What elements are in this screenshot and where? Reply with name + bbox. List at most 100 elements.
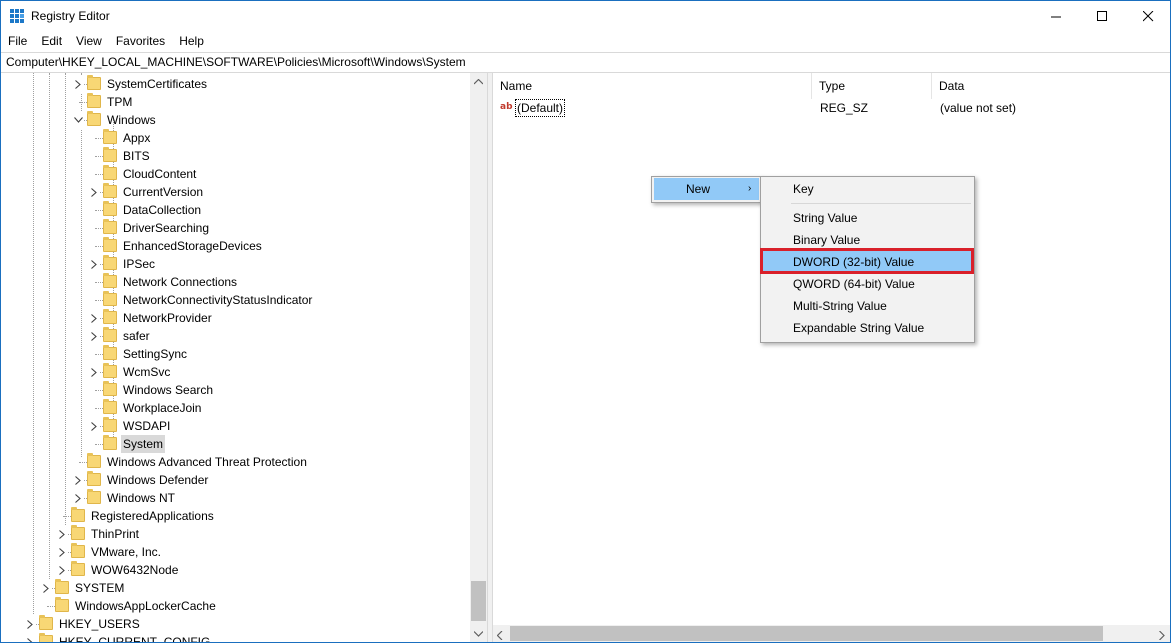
tree-item[interactable]: CurrentVersion — [1, 183, 470, 201]
maximize-icon — [1096, 10, 1107, 21]
tree-item[interactable]: WOW6432Node — [1, 561, 470, 579]
tree-item[interactable]: Windows Defender — [1, 471, 470, 489]
new-expandable-string-value-item[interactable]: Expandable String Value — [763, 317, 972, 339]
tree-item[interactable]: NetworkConnectivityStatusIndicator — [1, 291, 470, 309]
tree-item[interactable]: BITS — [1, 147, 470, 165]
new-string-value-item[interactable]: String Value — [763, 207, 972, 229]
column-header-data[interactable]: Data — [932, 73, 1170, 99]
menu-help[interactable]: Help — [172, 31, 211, 52]
tree-connector — [95, 390, 103, 391]
tree-item[interactable]: Network Connections — [1, 273, 470, 291]
tree-item[interactable]: safer — [1, 327, 470, 345]
chevron-right-icon[interactable] — [89, 363, 99, 381]
tree-item[interactable]: SYSTEM — [1, 579, 470, 597]
tree-item[interactable]: NetworkProvider — [1, 309, 470, 327]
maximize-button[interactable] — [1079, 1, 1125, 31]
tree-item[interactable]: EnhancedStorageDevices — [1, 237, 470, 255]
values-list[interactable]: Name Type Data ab (Default) REG_SZ (valu… — [493, 73, 1170, 642]
tree-item[interactable]: HKEY_CURRENT_CONFIG — [1, 633, 470, 643]
tree-item[interactable]: HKEY_USERS — [1, 615, 470, 633]
scroll-down-icon[interactable] — [470, 625, 487, 642]
tree-item[interactable]: SettingSync — [1, 345, 470, 363]
tree-connector — [95, 228, 103, 229]
title-bar[interactable]: Registry Editor — [1, 1, 1170, 31]
scroll-left-icon[interactable] — [496, 629, 503, 642]
tree-item-label: HKEY_USERS — [59, 617, 140, 631]
chevron-right-icon[interactable] — [73, 489, 83, 507]
chevron-right-icon[interactable] — [57, 561, 67, 579]
tree-item[interactable]: Windows Search — [1, 381, 470, 399]
tree-item-label: Windows — [107, 113, 156, 127]
tree-item[interactable]: TPM — [1, 93, 470, 111]
new-multi-string-value-item[interactable]: Multi-String Value — [763, 295, 972, 317]
tree-item[interactable]: WorkplaceJoin — [1, 399, 470, 417]
chevron-right-icon[interactable] — [25, 633, 35, 642]
folder-icon — [87, 93, 101, 108]
tree-item[interactable]: DataCollection — [1, 201, 470, 219]
tree-item-label: Appx — [123, 131, 151, 145]
tree-connector — [47, 606, 55, 607]
value-row[interactable]: ab (Default) REG_SZ (value not set) — [493, 99, 1170, 117]
tree-item-label: IPSec — [123, 257, 156, 271]
tree-item[interactable]: WcmSvc — [1, 363, 470, 381]
tree-item-label: Network Connections — [123, 275, 238, 289]
folder-icon — [71, 507, 85, 522]
tree-item[interactable]: WindowsAppLockerCache — [1, 597, 470, 615]
column-header-type[interactable]: Type — [812, 73, 932, 99]
tree-item[interactable]: SystemCertificates — [1, 75, 470, 93]
menu-file[interactable]: File — [1, 31, 34, 52]
tree-item[interactable]: CloudContent — [1, 165, 470, 183]
chevron-right-icon[interactable] — [57, 543, 67, 561]
new-qword-value-item[interactable]: QWORD (64-bit) Value — [763, 273, 972, 295]
chevron-right-icon[interactable] — [25, 615, 35, 633]
new-menu-item[interactable]: New › — [654, 178, 759, 200]
tree-item[interactable]: IPSec — [1, 255, 470, 273]
folder-icon — [71, 525, 85, 540]
chevron-down-icon[interactable] — [73, 111, 83, 129]
minimize-button[interactable] — [1033, 1, 1079, 31]
tree-item[interactable]: Windows Advanced Threat Protection — [1, 453, 470, 471]
scroll-right-icon[interactable] — [1159, 629, 1165, 642]
tree-item-label: HKEY_CURRENT_CONFIG — [59, 635, 211, 643]
close-button[interactable] — [1125, 1, 1170, 31]
scroll-up-icon[interactable] — [470, 73, 487, 90]
tree-item[interactable]: System — [1, 435, 470, 453]
close-icon — [1142, 10, 1153, 21]
tree-item-label: SettingSync — [123, 347, 188, 361]
tree-item[interactable]: Windows NT — [1, 489, 470, 507]
values-horizontal-scrollbar[interactable] — [493, 625, 1170, 642]
column-header-name[interactable]: Name — [493, 73, 812, 99]
tree-connector — [95, 300, 103, 301]
menu-view[interactable]: View — [69, 31, 109, 52]
tree-item[interactable]: VMware, Inc. — [1, 543, 470, 561]
new-key-item[interactable]: Key — [763, 178, 972, 200]
chevron-right-icon[interactable] — [89, 417, 99, 435]
address-bar[interactable]: Computer\HKEY_LOCAL_MACHINE\SOFTWARE\Pol… — [1, 52, 1170, 73]
chevron-right-icon[interactable] — [73, 471, 83, 489]
key-tree[interactable]: SystemCertificates TPM Windows Appx BITS Clou… — [1, 73, 487, 643]
tree-scroll-thumb[interactable] — [471, 581, 486, 621]
chevron-right-icon[interactable] — [73, 75, 83, 93]
menu-favorites[interactable]: Favorites — [109, 31, 172, 52]
values-scroll-thumb[interactable] — [510, 626, 1103, 641]
chevron-right-icon[interactable] — [41, 579, 51, 597]
chevron-right-icon[interactable] — [89, 183, 99, 201]
folder-icon — [103, 183, 117, 198]
value-type: REG_SZ — [820, 101, 869, 115]
menu-edit[interactable]: Edit — [34, 31, 69, 52]
chevron-right-icon[interactable] — [89, 255, 99, 273]
tree-item[interactable]: Appx — [1, 129, 470, 147]
chevron-right-icon[interactable] — [57, 525, 67, 543]
chevron-right-icon[interactable] — [89, 309, 99, 327]
folder-icon — [103, 435, 117, 450]
tree-item[interactable]: DriverSearching — [1, 219, 470, 237]
tree-vertical-scrollbar[interactable] — [470, 73, 487, 642]
chevron-right-icon[interactable] — [89, 327, 99, 345]
tree-item[interactable]: WSDAPI — [1, 417, 470, 435]
tree-item[interactable]: RegisteredApplications — [1, 507, 470, 525]
tree-connector — [95, 408, 103, 409]
tree-item[interactable]: ThinPrint — [1, 525, 470, 543]
folder-icon — [103, 219, 117, 234]
tree-item[interactable]: Windows — [1, 111, 470, 129]
tree-item-label: TPM — [107, 95, 133, 109]
